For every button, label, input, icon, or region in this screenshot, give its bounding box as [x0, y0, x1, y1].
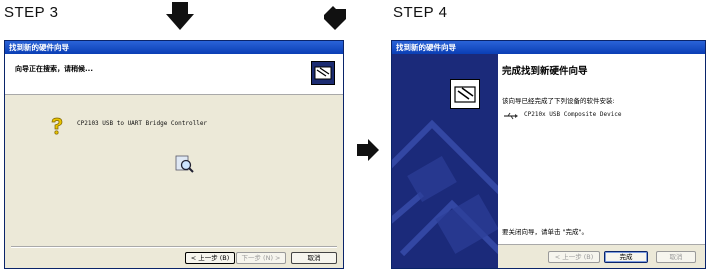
searching-status-text: 向导正在搜索，请稍候... — [15, 65, 93, 73]
step3-label: STEP 3 — [4, 4, 59, 21]
down-arrow-icon — [166, 2, 194, 30]
hardware-wizard-icon — [450, 79, 480, 109]
close-instruction-text: 要关闭向导，请单击 "完成"。 — [502, 228, 589, 236]
next-button[interactable]: 下一步 (N) > — [236, 252, 286, 264]
hardware-wizard-dialog-searching: 找到新的硬件向导 向导正在搜索，请稍候... CP2103 USB to UAR… — [4, 40, 344, 269]
finish-button[interactable]: 完成 — [604, 251, 648, 263]
search-magnifier-icon — [175, 155, 194, 173]
page-title: 完成找到新硬件向导 — [502, 66, 588, 77]
installed-text: 该向导已经完成了下列设备的软件安装: — [502, 97, 615, 105]
hardware-wizard-dialog-complete: 找到新的硬件向导 完成找到新硬件向导 该向导已经完成了下列设备的软件安装: CP… — [391, 40, 706, 269]
device-name-text: CP2103 USB to UART Bridge Controller — [77, 120, 208, 127]
button-footer: < 上一步 (B) 完成 取消 — [498, 244, 705, 268]
right-arrow-icon — [357, 139, 379, 161]
usb-icon — [504, 112, 518, 120]
device-name-text: CP210x USB Composite Device — [524, 111, 622, 118]
button-separator — [11, 246, 337, 248]
dialog-header: 向导正在搜索，请稍候... — [5, 54, 343, 95]
dialog-titlebar[interactable]: 找到新的硬件向导 — [392, 41, 705, 54]
cancel-button[interactable]: 取消 — [656, 251, 696, 263]
back-button[interactable]: < 上一步 (B) — [185, 252, 235, 264]
diagonal-arrow-icon — [324, 6, 346, 30]
wizard-side-panel — [392, 54, 498, 268]
hardware-wizard-icon — [311, 61, 335, 85]
cancel-button[interactable]: 取消 — [291, 252, 337, 264]
question-mark-icon — [51, 117, 63, 135]
step4-label: STEP 4 — [393, 4, 448, 21]
wizard-content-panel: 完成找到新硬件向导 该向导已经完成了下列设备的软件安装: CP210x USB … — [498, 54, 705, 244]
back-button[interactable]: < 上一步 (B) — [548, 251, 600, 263]
dialog-titlebar[interactable]: 找到新的硬件向导 — [5, 41, 343, 54]
